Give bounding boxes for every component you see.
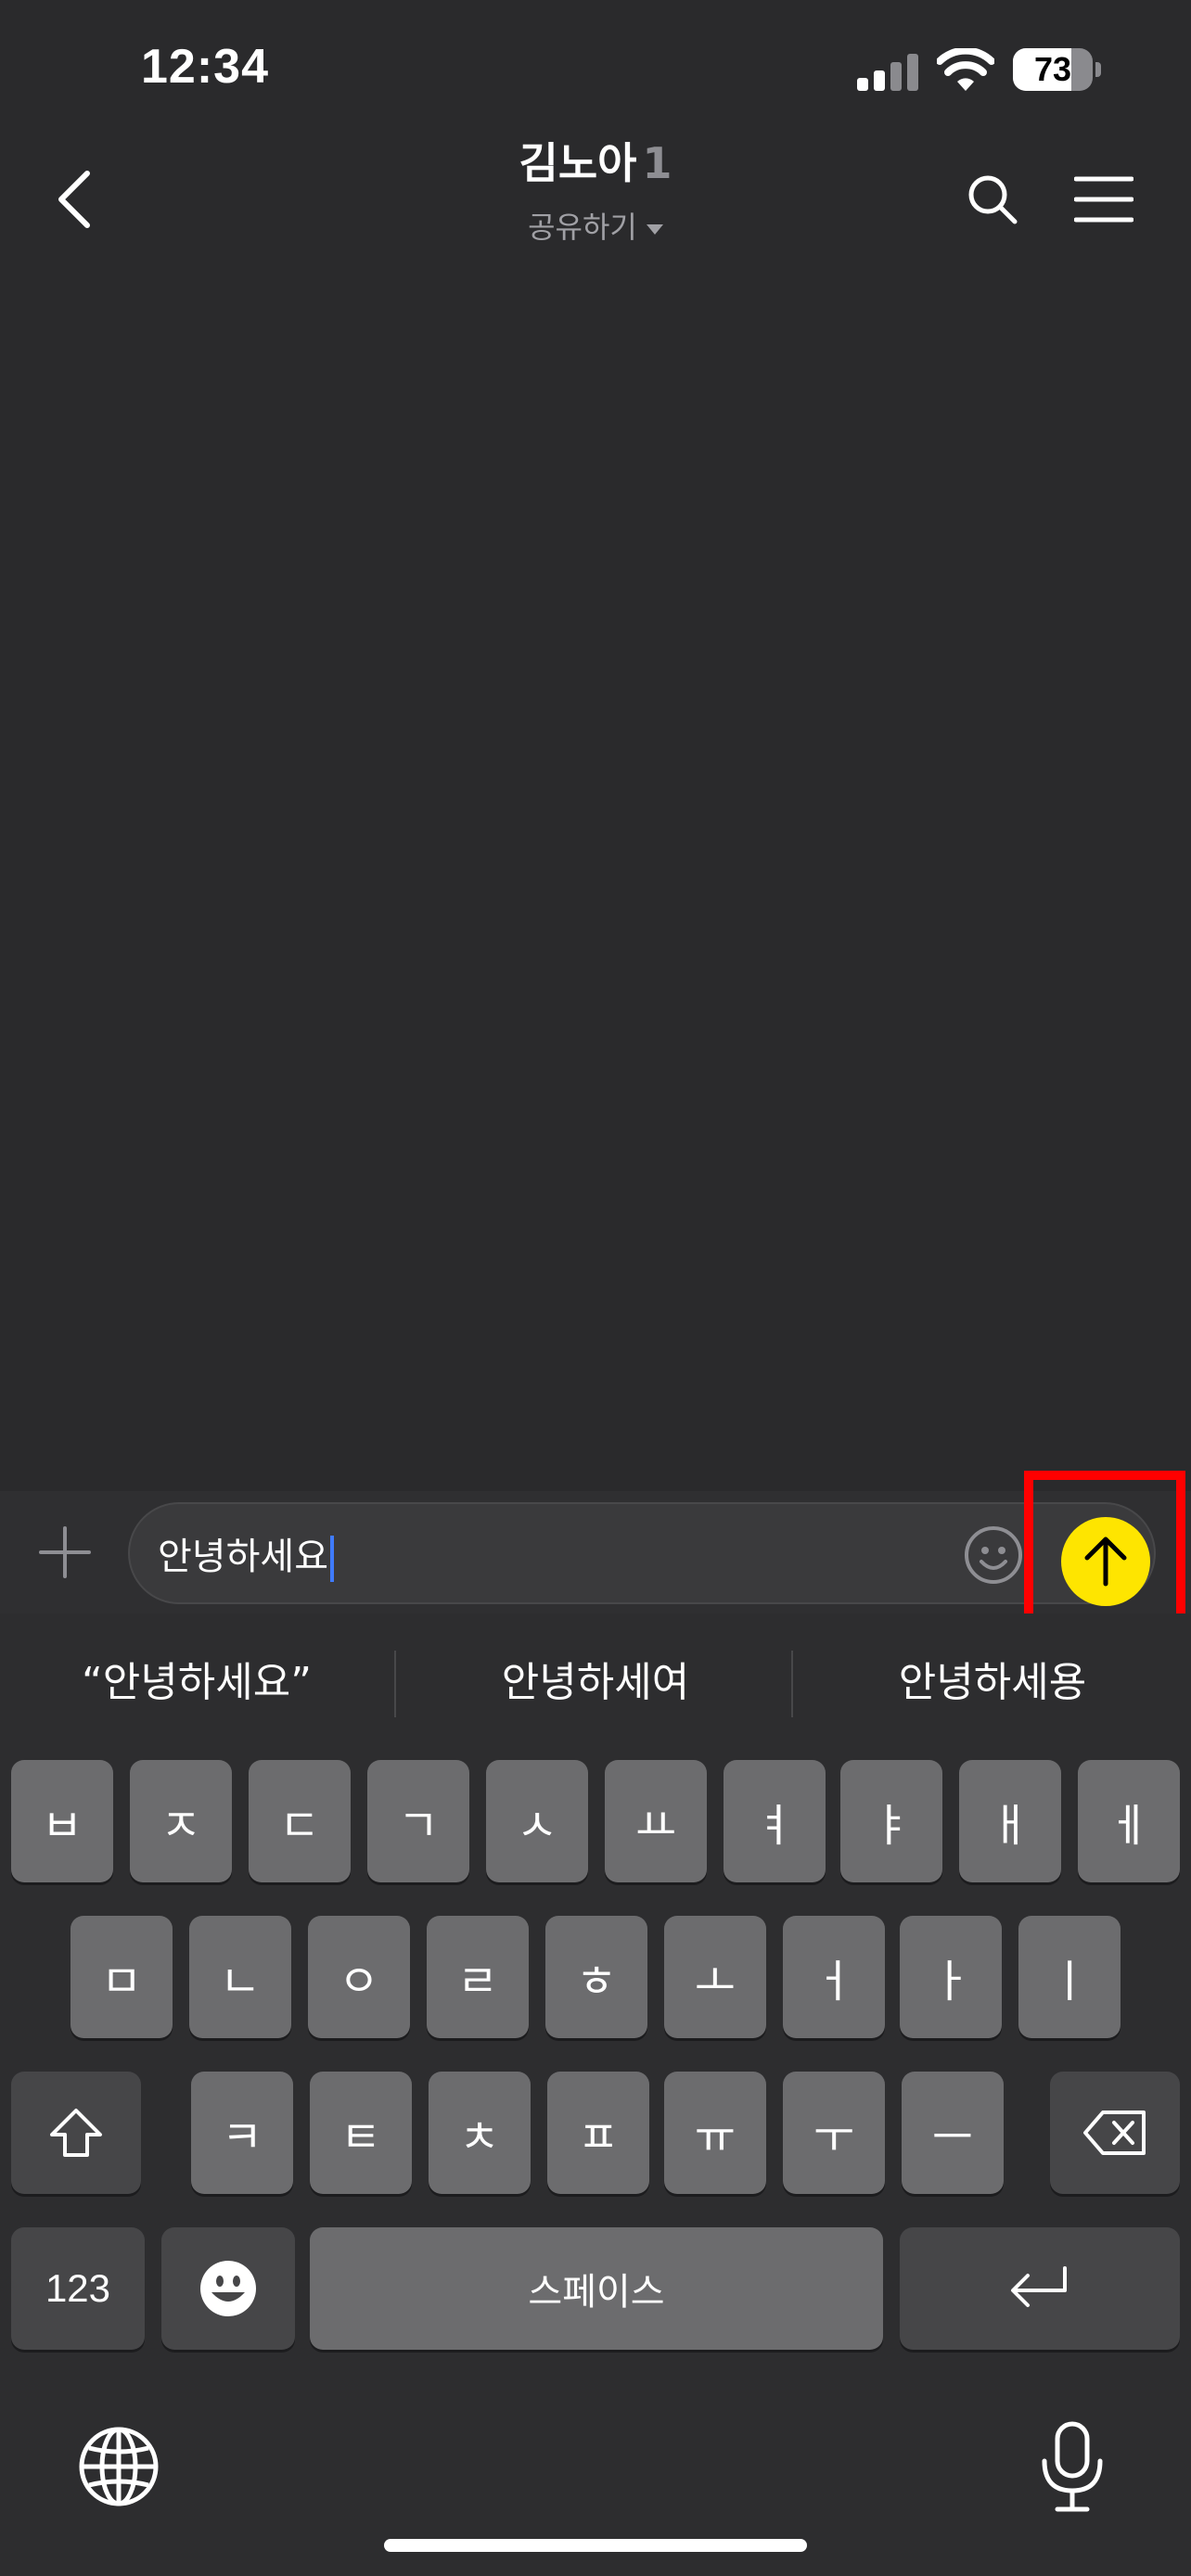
send-button-highlight xyxy=(1024,1471,1185,1632)
message-list[interactable] xyxy=(0,260,1191,1491)
return-key[interactable] xyxy=(900,2227,1180,2350)
globe-button[interactable] xyxy=(74,2422,163,2511)
key[interactable]: ㄹ xyxy=(427,1916,529,2038)
back-button[interactable] xyxy=(37,158,111,241)
key[interactable]: ㅛ xyxy=(605,1760,707,1882)
battery-level: 73 xyxy=(1033,50,1072,88)
battery-body: 73 xyxy=(1013,48,1093,91)
delete-key[interactable] xyxy=(1050,2072,1180,2194)
key[interactable]: ㅏ xyxy=(900,1916,1002,2038)
chat-title-area[interactable]: 김노아 1 공유하기 xyxy=(317,130,874,247)
key[interactable]: ㅗ xyxy=(664,1916,766,2038)
text-caret xyxy=(330,1536,334,1582)
key[interactable]: ㅍ xyxy=(547,2072,649,2194)
emoticon-icon[interactable] xyxy=(963,1524,1024,1586)
chat-header: 김노아 1 공유하기 xyxy=(0,121,1191,260)
suggestion-bar: “안녕하세요” 안녕하세여 안녕하세용 xyxy=(0,1613,1191,1753)
keyboard: “안녕하세요” 안녕하세여 안녕하세용 ㅂ ㅈ ㄷ ㄱ ㅅ ㅛ ㅕ ㅑ ㅐ ㅔ … xyxy=(0,1613,1191,2576)
key[interactable]: ㅑ xyxy=(840,1760,942,1882)
space-key[interactable]: 스페이스 xyxy=(310,2227,883,2350)
suggestion-divider xyxy=(394,1651,396,1717)
suggestion-3[interactable]: 안녕하세용 xyxy=(798,1613,1187,1753)
plus-icon xyxy=(39,1526,91,1578)
backspace-icon xyxy=(1083,2111,1146,2155)
hamburger-menu-icon xyxy=(1074,176,1133,223)
menu-button[interactable] xyxy=(1065,158,1143,241)
member-count: 1 xyxy=(642,138,672,188)
key[interactable]: ㄴ xyxy=(189,1916,291,2038)
key[interactable]: ㅎ xyxy=(545,1916,647,2038)
battery-tip xyxy=(1095,62,1101,77)
attach-button[interactable] xyxy=(26,1513,104,1591)
key[interactable]: ㅜ xyxy=(783,2072,885,2194)
chevron-left-icon xyxy=(58,171,90,228)
message-input-bar: 안녕하세요 xyxy=(0,1491,1191,1613)
key[interactable]: ㅅ xyxy=(486,1760,588,1882)
key[interactable]: ㅈ xyxy=(130,1760,232,1882)
status-bar: 12:34 73 xyxy=(0,0,1191,139)
caret-down-icon xyxy=(646,223,663,235)
share-dropdown[interactable]: 공유하기 xyxy=(317,204,874,247)
home-indicator[interactable] xyxy=(384,2539,807,2552)
key[interactable]: ㅓ xyxy=(783,1916,885,2038)
share-label: 공유하기 xyxy=(528,210,637,245)
key[interactable]: ㅋ xyxy=(191,2072,293,2194)
key[interactable]: ㅠ xyxy=(664,2072,766,2194)
suggestion-1[interactable]: “안녕하세요” xyxy=(2,1613,391,1753)
dictation-button[interactable] xyxy=(1030,2418,1115,2515)
globe-icon xyxy=(79,2427,159,2506)
suggestion-2[interactable]: 안녕하세여 xyxy=(401,1613,790,1753)
shift-key[interactable] xyxy=(11,2072,141,2194)
wifi-icon xyxy=(937,48,994,91)
key[interactable]: ㄷ xyxy=(249,1760,351,1882)
suggestion-divider xyxy=(791,1651,793,1717)
key[interactable]: ㄱ xyxy=(367,1760,469,1882)
search-button[interactable] xyxy=(955,158,1030,241)
key[interactable]: ㅕ xyxy=(724,1760,826,1882)
cellular-signal-icon xyxy=(857,54,918,91)
battery-indicator: 73 xyxy=(1013,48,1102,91)
status-time: 12:34 xyxy=(141,40,269,94)
emoji-icon xyxy=(200,2261,256,2316)
key[interactable]: ㅐ xyxy=(959,1760,1061,1882)
search-icon xyxy=(968,175,1018,224)
chat-title: 김노아 xyxy=(519,138,637,188)
return-icon xyxy=(1011,2266,1067,2307)
key[interactable]: ㅣ xyxy=(1018,1916,1121,2038)
key[interactable]: ㅌ xyxy=(310,2072,412,2194)
message-input-value: 안녕하세요 xyxy=(158,1536,328,1578)
key[interactable]: ㅁ xyxy=(70,1916,173,2038)
key[interactable]: ㅇ xyxy=(308,1916,410,2038)
numbers-key[interactable]: 123 xyxy=(11,2227,145,2350)
message-input[interactable]: 안녕하세요 xyxy=(128,1502,1156,1604)
key[interactable]: ㅂ xyxy=(11,1760,113,1882)
key[interactable]: ㅊ xyxy=(429,2072,531,2194)
emoji-key[interactable] xyxy=(161,2227,295,2350)
key[interactable]: ㅡ xyxy=(902,2072,1004,2194)
shift-icon xyxy=(50,2109,102,2157)
key[interactable]: ㅔ xyxy=(1078,1760,1180,1882)
microphone-icon xyxy=(1042,2421,1103,2512)
